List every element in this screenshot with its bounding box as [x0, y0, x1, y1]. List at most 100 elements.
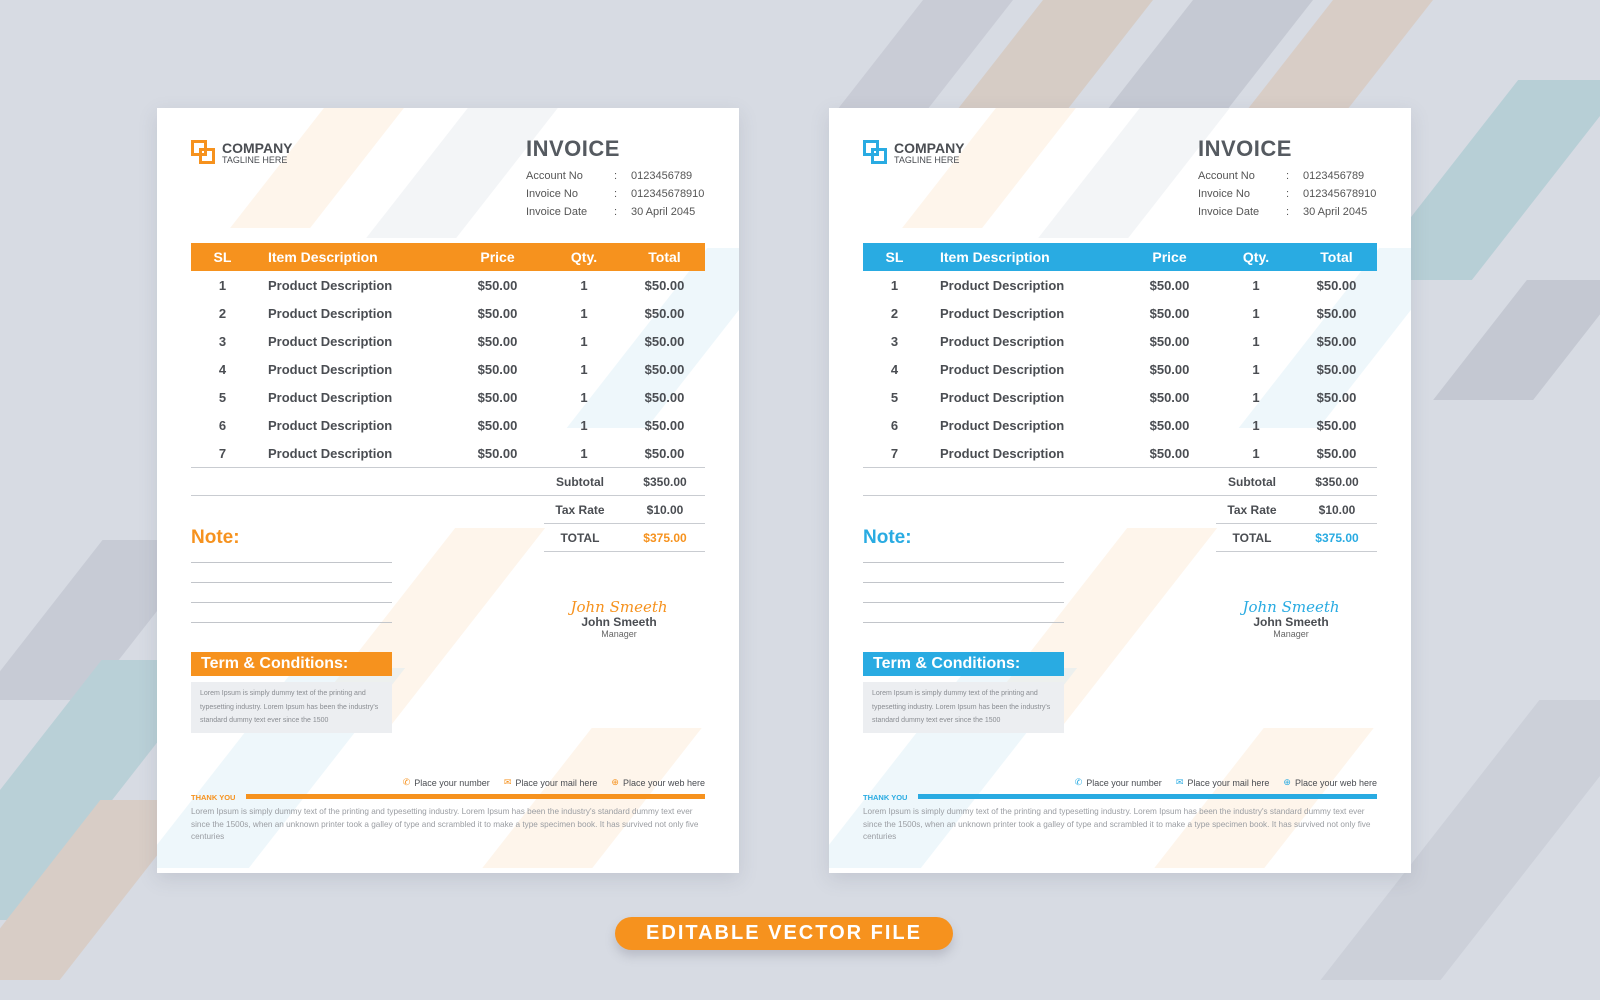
- row-qty: 1: [580, 417, 588, 433]
- contact-phone: ✆ Place your number: [1074, 777, 1162, 788]
- company-name: COMPANY: [222, 140, 293, 156]
- row-description: Product Description: [268, 389, 393, 405]
- row-price: $50.00: [1149, 417, 1190, 433]
- row-qty: 1: [580, 445, 588, 461]
- terms-body: Lorem Ipsum is simply dummy text of the …: [191, 682, 392, 733]
- table-row: 5 Product Description $50.00 1 $50.00: [191, 383, 705, 411]
- invoice-title: INVOICE: [526, 136, 620, 161]
- row-qty: 1: [1252, 417, 1260, 433]
- note-line: [191, 562, 392, 563]
- contact-mail: ✉ Place your mail here: [1175, 777, 1270, 788]
- row-total: $50.00: [1316, 445, 1357, 461]
- row-description: Product Description: [268, 305, 393, 321]
- divider: [1216, 551, 1377, 552]
- row-price: $50.00: [477, 417, 518, 433]
- table-header: SL Item Description Price Qty. Total: [191, 243, 705, 271]
- mail-icon: ✉: [1175, 777, 1184, 787]
- footer-text: Lorem Ipsum is simply dummy text of the …: [863, 807, 1371, 841]
- row-total: $50.00: [1316, 277, 1357, 293]
- total-row: TOTAL $375.00: [1232, 530, 1359, 545]
- signer-name: John Smeeth: [581, 615, 657, 629]
- bg-stripe: [1433, 280, 1600, 400]
- table-header: SL Item Description Price Qty. Total: [863, 243, 1377, 271]
- row-total: $50.00: [1316, 305, 1357, 321]
- row-description: Product Description: [940, 333, 1065, 349]
- signature-block: John Smeeth John Smeeth Manager: [1239, 598, 1343, 639]
- watermark-stripe: [902, 108, 1076, 228]
- company-name: COMPANY: [894, 140, 965, 156]
- row-price: $50.00: [1149, 305, 1190, 321]
- row-total: $50.00: [644, 277, 685, 293]
- row-qty: 1: [580, 333, 588, 349]
- phone-icon: ✆: [1074, 777, 1083, 787]
- table-row: 1 Product Description $50.00 1 $50.00: [863, 271, 1377, 299]
- row-description: Product Description: [940, 445, 1065, 461]
- row-sl: 3: [218, 333, 227, 349]
- thank-you-label: THANK YOU: [863, 793, 908, 802]
- note-line: [191, 602, 392, 603]
- total-row: TOTAL $375.00: [560, 530, 687, 545]
- row-description: Product Description: [940, 389, 1065, 405]
- row-sl: 4: [218, 361, 227, 377]
- row-price: $50.00: [477, 277, 518, 293]
- terms-body: Lorem Ipsum is simply dummy text of the …: [863, 682, 1064, 733]
- company-logo: COMPANY TAGLINE HERE: [191, 140, 293, 166]
- company-tagline: TAGLINE HERE: [894, 155, 960, 165]
- row-price: $50.00: [477, 305, 518, 321]
- table-body: 1 Product Description $50.00 1 $50.00 2 Produc…: [191, 271, 705, 467]
- contact-info: ✆ Place your number ✉ Place your mail here…: [389, 777, 705, 788]
- table-row: 4 Product Description $50.00 1 $50.00: [191, 355, 705, 383]
- items-table: SL Item Description Price Qty. Total 1 Pr…: [863, 243, 1377, 552]
- meta-invoice-date: Invoice Date:30 April 2045: [1198, 206, 1368, 218]
- note-line: [191, 622, 392, 623]
- row-sl: 5: [218, 389, 227, 405]
- thank-you-bar: [246, 794, 705, 799]
- row-total: $50.00: [1316, 389, 1357, 405]
- table-row: 1 Product Description $50.00 1 $50.00: [191, 271, 705, 299]
- row-total: $50.00: [644, 305, 685, 321]
- row-description: Product Description: [268, 277, 393, 293]
- row-total: $50.00: [1316, 361, 1357, 377]
- overlapping-squares-icon: [191, 140, 217, 166]
- note-label: Note:: [191, 527, 240, 548]
- contact-web: ⊕ Place your web here: [1283, 777, 1377, 788]
- row-description: Product Description: [940, 417, 1065, 433]
- overlapping-squares-icon: [863, 140, 889, 166]
- tax-row: Tax Rate $10.00: [1227, 502, 1356, 517]
- row-price: $50.00: [1149, 389, 1190, 405]
- row-sl: 6: [218, 417, 227, 433]
- row-price: $50.00: [477, 333, 518, 349]
- terms-heading: Term & Conditions:: [191, 652, 392, 676]
- row-price: $50.00: [1149, 333, 1190, 349]
- signature-script: John Smeeth: [570, 598, 668, 616]
- row-qty: 1: [1252, 305, 1260, 321]
- contact-info: ✆ Place your number ✉ Place your mail here…: [1061, 777, 1377, 788]
- row-sl: 3: [890, 333, 899, 349]
- note-label: Note:: [863, 527, 912, 548]
- meta-invoice-date: Invoice Date:30 April 2045: [526, 206, 696, 218]
- signature-script: John Smeeth: [1242, 598, 1340, 616]
- subtotal-row: Subtotal $350.00: [556, 474, 687, 489]
- signer-role: Manager: [601, 629, 637, 639]
- row-sl: 1: [218, 277, 227, 293]
- invoice-blue: COMPANY TAGLINE HERE INVOICE Account No:…: [829, 108, 1411, 873]
- row-price: $50.00: [477, 361, 518, 377]
- invoice-orange: COMPANY TAGLINE HERE INVOICE Account No:…: [157, 108, 739, 873]
- meta-invoice-no: Invoice No:012345678910: [526, 188, 705, 200]
- row-sl: 2: [890, 305, 899, 321]
- row-total: $50.00: [644, 389, 685, 405]
- company-logo: COMPANY TAGLINE HERE: [863, 140, 965, 166]
- row-sl: 6: [890, 417, 899, 433]
- row-qty: 1: [1252, 361, 1260, 377]
- row-qty: 1: [1252, 333, 1260, 349]
- row-price: $50.00: [477, 445, 518, 461]
- row-description: Product Description: [940, 305, 1065, 321]
- footer-text: Lorem Ipsum is simply dummy text of the …: [191, 807, 699, 841]
- meta-account-no: Account No:0123456789: [526, 170, 693, 182]
- contact-mail: ✉ Place your mail here: [503, 777, 598, 788]
- phone-icon: ✆: [402, 777, 411, 787]
- table-row: 3 Product Description $50.00 1 $50.00: [863, 327, 1377, 355]
- editable-vector-badge: EDITABLE VECTOR FILE: [615, 917, 953, 950]
- meta-account-no: Account No:0123456789: [1198, 170, 1365, 182]
- note-line: [191, 582, 392, 583]
